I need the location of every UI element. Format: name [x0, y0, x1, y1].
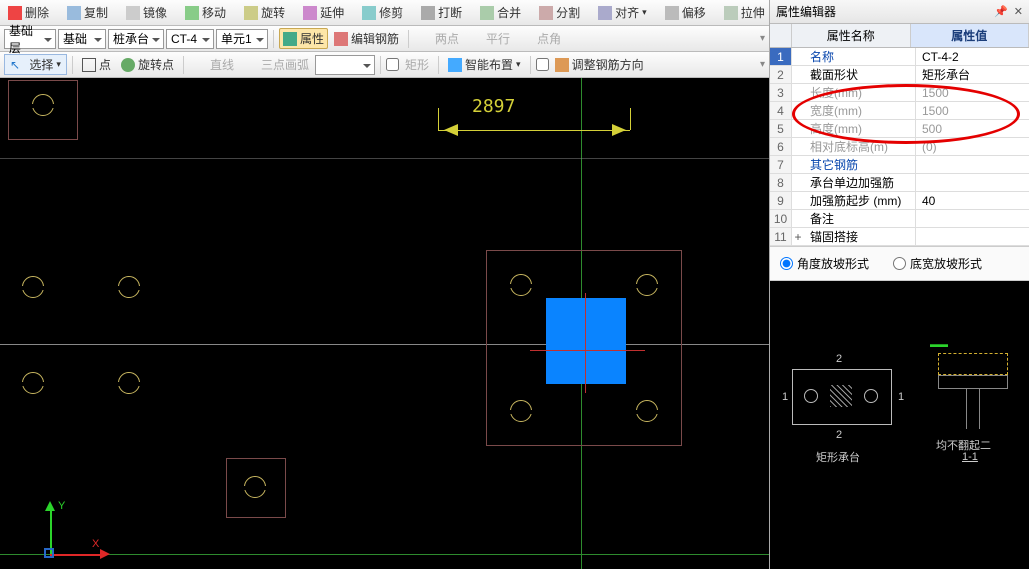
property-row[interactable]: 5高度(mm)500	[770, 120, 1029, 138]
property-editor-title: 属性编辑器	[776, 3, 836, 20]
property-row[interactable]: 3长度(mm)1500	[770, 84, 1029, 102]
radio-angle[interactable]: 角度放坡形式	[780, 255, 869, 272]
extend-button[interactable]: 延伸	[299, 2, 348, 23]
preview-panel: 1 1 2 2 矩形承台 ▬▬ 均不翻起二 1-1	[770, 281, 1029, 569]
preview-label-1: 矩形承台	[816, 449, 860, 465]
mirror-button[interactable]: 镜像	[122, 2, 171, 23]
toolbar-draw: ↖ 选择▾ 点 旋转点 直线 三点画弧 矩形 智能布置▾ 调整钢筋方向 ▾	[0, 52, 769, 78]
pin-icon[interactable]: 📌	[994, 5, 1008, 18]
axis-x-label: X	[92, 538, 99, 550]
break-button[interactable]: 打断	[417, 2, 466, 23]
toolbar-edit: 删除 复制 镜像 移动 旋转 延伸 修剪 打断 合并 分割 对齐▾ 偏移 拉伸 …	[0, 0, 769, 26]
two-point-button[interactable]: 两点	[414, 28, 463, 49]
category-select[interactable]: 基础	[58, 29, 106, 49]
property-row[interactable]: 1名称CT-4-2	[770, 48, 1029, 66]
toolbar-overflow-icon[interactable]: ▾	[760, 33, 765, 44]
rect-button[interactable]: 矩形	[401, 54, 433, 75]
property-row[interactable]: 4宽度(mm)1500	[770, 102, 1029, 120]
point-angle-button[interactable]: 点角	[516, 28, 565, 49]
property-row[interactable]: 7其它钢筋	[770, 156, 1029, 174]
dimension-value: 2897	[472, 96, 515, 117]
unit-select[interactable]: 单元1	[216, 29, 268, 49]
adjust-rebar-button[interactable]: 调整钢筋方向	[551, 54, 648, 75]
col-name: 属性名称	[792, 24, 911, 47]
rotate-point-button[interactable]: 旋转点	[117, 54, 178, 75]
align-button[interactable]: 对齐▾	[594, 2, 651, 23]
parallel-button[interactable]: 平行	[465, 28, 514, 49]
preview-label-3: 1-1	[962, 451, 978, 463]
arc3-button[interactable]: 三点画弧	[240, 54, 313, 75]
line-button[interactable]: 直线	[189, 54, 238, 75]
type-select[interactable]: 桩承台	[108, 29, 164, 49]
trim-button[interactable]: 修剪	[358, 2, 407, 23]
layer-select[interactable]: 基础层	[4, 29, 56, 49]
property-row[interactable]: 9加强筋起步 (mm)40	[770, 192, 1029, 210]
offset-button[interactable]: 偏移	[661, 2, 710, 23]
rect-checkbox[interactable]	[386, 58, 399, 71]
radio-width[interactable]: 底宽放坡形式	[893, 255, 982, 272]
close-icon[interactable]: ✕	[1014, 5, 1023, 18]
toolbar-context: 基础层 基础 桩承台 CT-4 单元1 属性 编辑钢筋 两点 平行 点角 ▾	[0, 26, 769, 52]
props-button[interactable]: 属性	[279, 28, 328, 49]
toolbar-overflow-icon[interactable]: ▾	[760, 59, 765, 70]
property-editor-title-bar: 属性编辑器 📌 ✕	[770, 0, 1029, 24]
axis-y-label: Y	[58, 500, 65, 512]
edit-rebar-button[interactable]: 编辑钢筋	[330, 28, 403, 49]
col-value: 属性值	[911, 24, 1029, 47]
property-row[interactable]: 2截面形状矩形承台	[770, 66, 1029, 84]
point-button[interactable]: 点	[78, 54, 115, 75]
smart-layout-button[interactable]: 智能布置▾	[444, 54, 525, 75]
code-select[interactable]: CT-4	[166, 29, 214, 49]
slope-mode-radios: 角度放坡形式 底宽放坡形式	[770, 246, 1029, 281]
adjust-checkbox[interactable]	[536, 58, 549, 71]
property-row[interactable]: 6相对底标高(m)(0)	[770, 138, 1029, 156]
copy-button[interactable]: 复制	[63, 2, 112, 23]
merge-button[interactable]: 合并	[476, 2, 525, 23]
property-row[interactable]: 8承台单边加强筋	[770, 174, 1029, 192]
delete-button[interactable]: 删除	[4, 2, 53, 23]
property-row[interactable]: 10备注	[770, 210, 1029, 228]
select-button[interactable]: ↖ 选择▾	[4, 54, 67, 75]
drawing-canvas[interactable]: 2897 Y X	[0, 78, 769, 569]
stretch-button[interactable]: 拉伸	[720, 2, 769, 23]
property-table: 1名称CT-4-22截面形状矩形承台3长度(mm)15004宽度(mm)1500…	[770, 48, 1029, 246]
property-header: 属性名称 属性值	[770, 24, 1029, 48]
arc-select[interactable]	[315, 55, 375, 75]
move-button[interactable]: 移动	[181, 2, 230, 23]
property-row[interactable]: 11+锚固搭接	[770, 228, 1029, 246]
split-button[interactable]: 分割	[535, 2, 584, 23]
rotate-button[interactable]: 旋转	[240, 2, 289, 23]
